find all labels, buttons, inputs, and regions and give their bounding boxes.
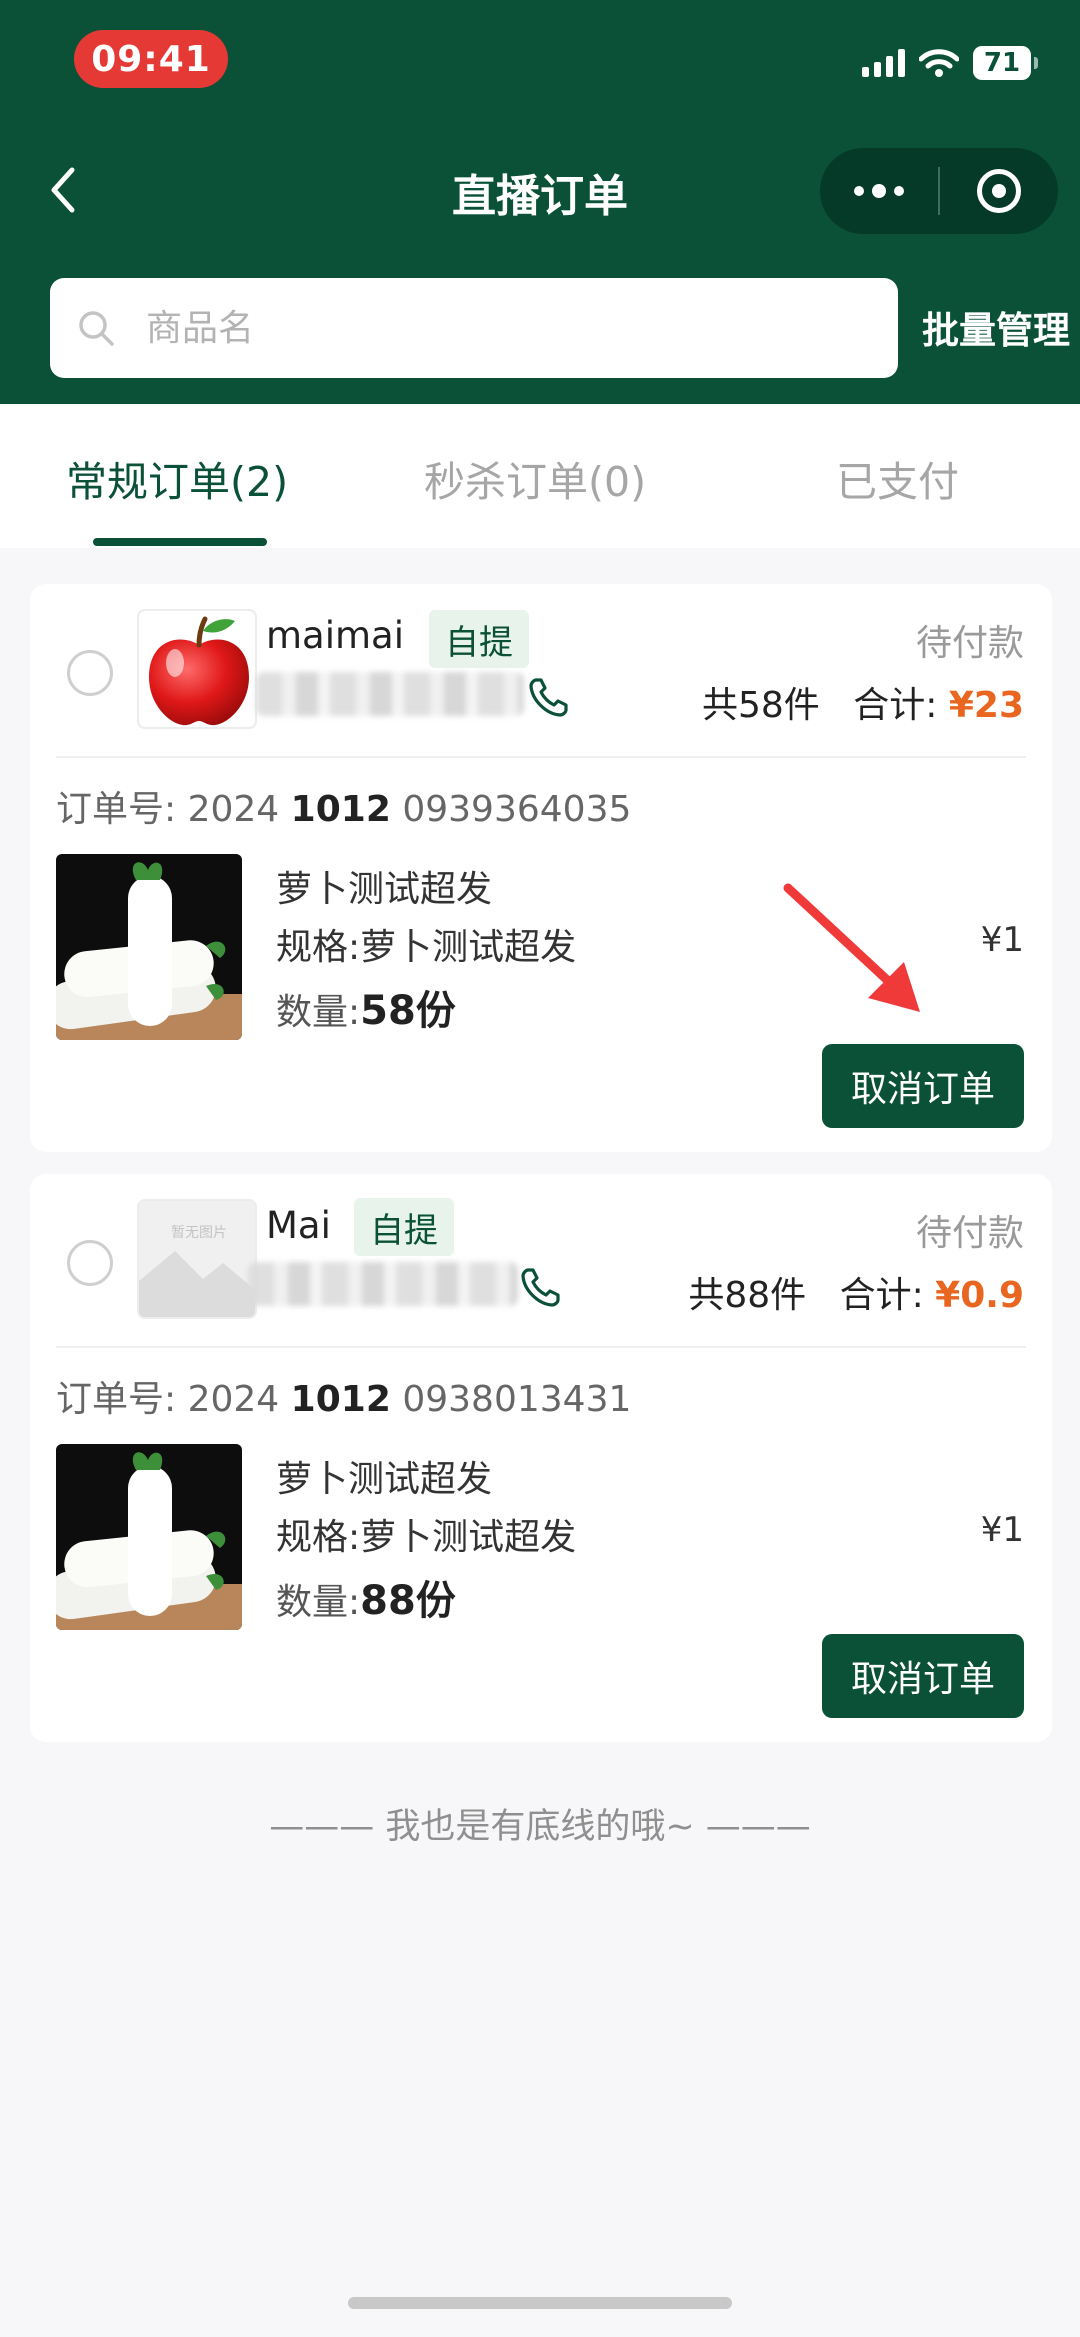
home-indicator (348, 2297, 732, 2309)
placeholder-text: 暂无图片 (171, 1225, 227, 1241)
order-summary: 共88件 合计: ¥0.9 (688, 1266, 1024, 1318)
cancel-order-button[interactable]: 取消订单 (822, 1634, 1024, 1718)
product-name: 萝卜测试超发 (276, 869, 493, 910)
unit-price: ¥1 (980, 920, 1024, 960)
product-spec: 规格:萝卜测试超发 (276, 1517, 577, 1558)
tab-paid[interactable]: 已支付 (836, 448, 959, 508)
tab-flash-sale-orders[interactable]: 秒杀订单(0) (424, 448, 646, 508)
battery-icon: 71 (973, 46, 1038, 80)
apple-icon (149, 616, 249, 726)
order-number-part: 2024 (187, 1379, 280, 1420)
header: 09:41 71 直播订单 批量管理 (0, 0, 1080, 404)
select-checkbox[interactable] (67, 650, 113, 696)
product-thumbnail[interactable] (56, 1444, 242, 1630)
product-thumbnail[interactable] (56, 854, 242, 1040)
product-quantity: 数量:88份 (276, 1568, 456, 1626)
order-number-label: 订单号: (56, 1379, 177, 1420)
delivery-tag: 自提 (354, 1198, 454, 1256)
product-name: 萝卜测试超发 (276, 1459, 493, 1500)
active-tab-indicator (93, 538, 267, 546)
masked-phone-number (248, 1262, 518, 1306)
batch-manage-button[interactable]: 批量管理 (912, 300, 1080, 354)
image-placeholder-icon: 暂无图片 (139, 1201, 255, 1317)
order-number-part: 1012 (290, 1379, 391, 1420)
unit-price: ¥1 (980, 1510, 1024, 1550)
quantity-value: 88份 (360, 1578, 456, 1624)
more-icon[interactable] (820, 148, 938, 234)
search-input[interactable] (146, 307, 846, 349)
order-number-label: 订单号: (56, 789, 177, 830)
radish-image (56, 1444, 242, 1630)
quantity-label: 数量: (276, 992, 361, 1033)
cancel-order-button[interactable]: 取消订单 (822, 1044, 1024, 1128)
close-miniprogram-icon[interactable] (940, 148, 1058, 234)
phone-icon[interactable] (526, 674, 572, 720)
quantity-value: 58份 (360, 988, 456, 1034)
customer-name: Mai (266, 1204, 331, 1247)
order-number-part: 1012 (290, 789, 391, 830)
avatar-placeholder: 暂无图片 (137, 1199, 257, 1319)
order-card: 暂无图片 Mai 自提 待付款 共88件 合计: ¥0.9 订单号: 2024 … (30, 1174, 1052, 1742)
product-spec: 规格:萝卜测试超发 (276, 927, 577, 968)
order-status: 待付款 (915, 1213, 1024, 1254)
order-number: 订单号: 2024 1012 0938013431 (56, 1370, 631, 1422)
order-summary: 共58件 合计: ¥23 (702, 676, 1024, 728)
total-label: 合计: (853, 685, 938, 726)
order-number-part: 0939364035 (402, 789, 632, 830)
item-count: 共88件 (688, 1275, 807, 1316)
status-icons: 71 (862, 46, 1038, 80)
wifi-icon (919, 49, 959, 77)
select-checkbox[interactable] (67, 1240, 113, 1286)
divider (56, 1346, 1026, 1348)
total-price: ¥0.9 (935, 1275, 1024, 1316)
status-time: 09:41 (74, 30, 228, 88)
annotation-arrow-icon (783, 883, 920, 1012)
order-tabs: 常规订单(2) 秒杀订单(0) 已支付 (0, 404, 1080, 548)
divider (56, 756, 1026, 758)
radish-image (56, 854, 242, 1040)
back-icon[interactable] (40, 160, 90, 220)
order-status: 待付款 (915, 623, 1024, 664)
signal-icon (862, 49, 905, 77)
item-count: 共58件 (701, 685, 820, 726)
total-label: 合计: (839, 1275, 924, 1316)
search-box[interactable] (50, 278, 898, 378)
battery-level: 71 (973, 46, 1031, 80)
order-card: maimai 自提 待付款 共58件 合计: ¥23 订单号: 2024 101… (30, 584, 1052, 1152)
delivery-tag: 自提 (429, 610, 529, 668)
order-number-part: 2024 (187, 789, 280, 830)
phone-icon[interactable] (518, 1264, 564, 1310)
quantity-label: 数量: (276, 1582, 361, 1623)
order-number: 订单号: 2024 1012 0939364035 (56, 780, 631, 832)
avatar (137, 609, 257, 729)
total-price: ¥23 (948, 685, 1024, 726)
product-quantity: 数量:58份 (276, 978, 456, 1036)
search-icon (79, 311, 114, 346)
order-number-part: 0938013431 (402, 1379, 632, 1420)
miniprogram-capsule (820, 148, 1058, 234)
end-of-list-note: ——— 我也是有底线的哦~ ——— (269, 1807, 811, 1847)
masked-phone-number (256, 672, 524, 716)
tab-regular-orders[interactable]: 常规订单(2) (66, 448, 288, 508)
customer-name: maimai (266, 614, 404, 657)
